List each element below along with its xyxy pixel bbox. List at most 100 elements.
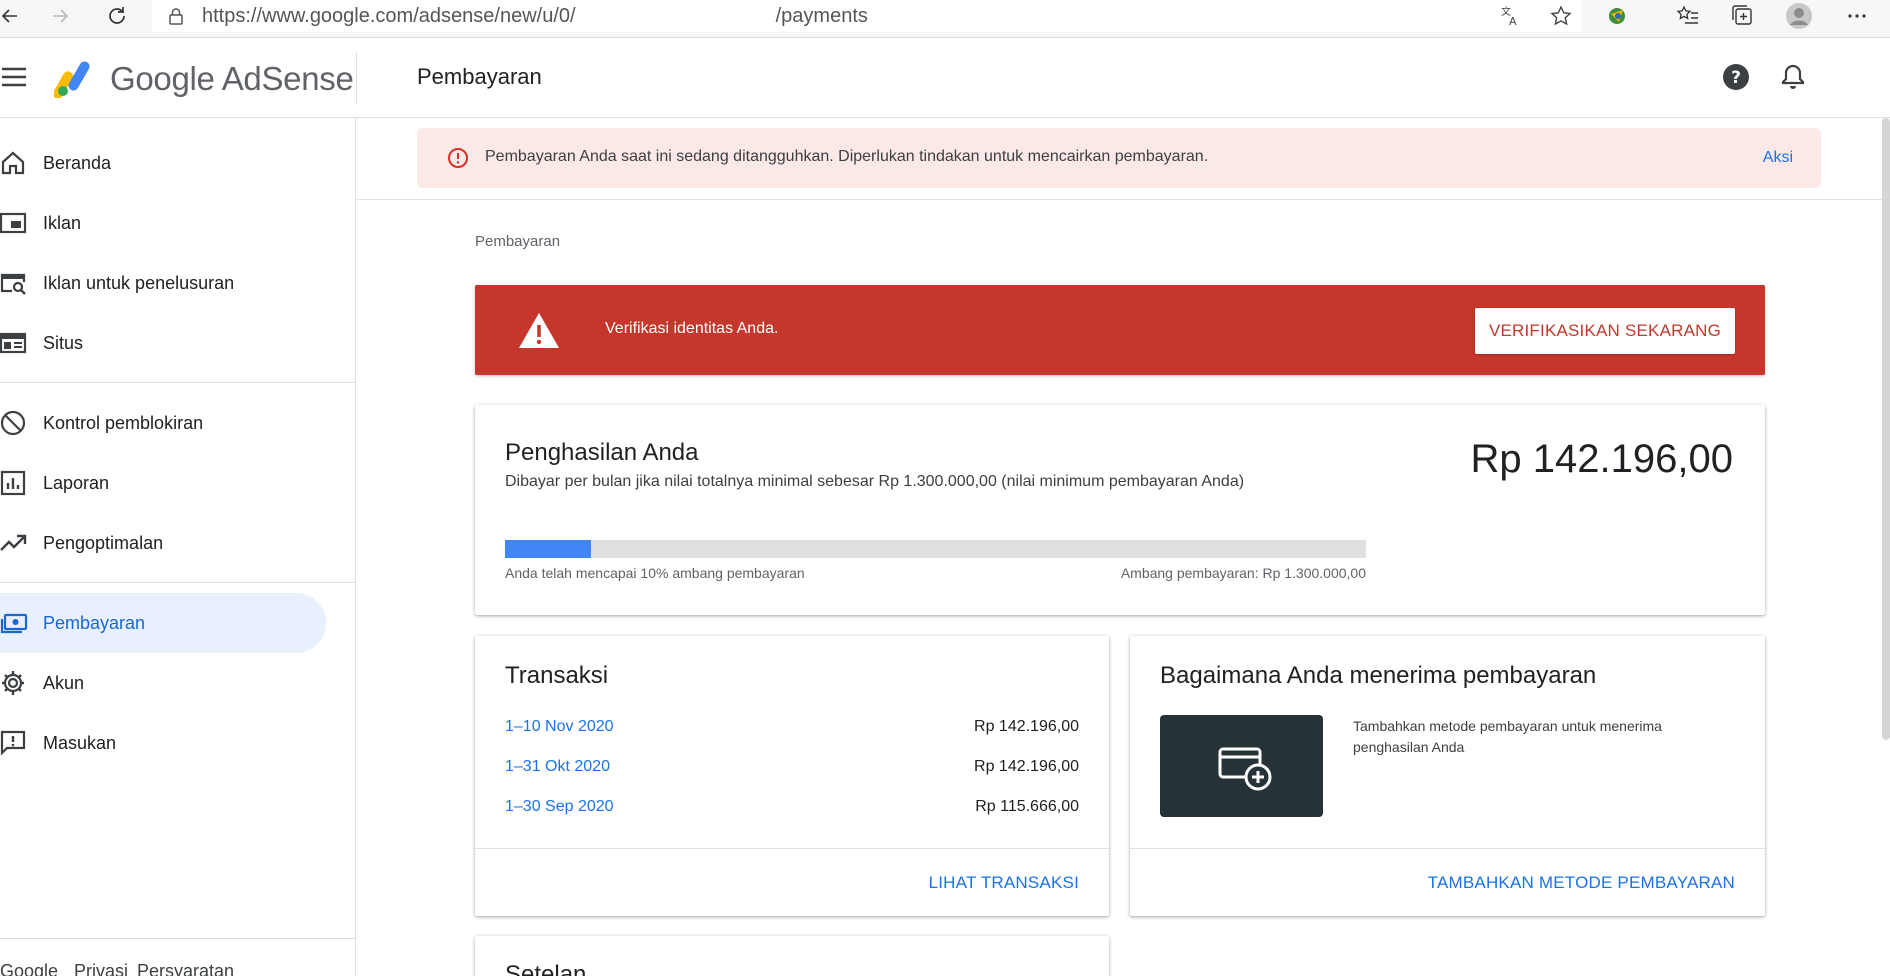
block-icon	[0, 410, 26, 436]
sidebar-divider	[0, 582, 356, 583]
sidebar-item-label: Masukan	[43, 732, 117, 753]
add-card-icon	[1218, 747, 1272, 791]
sidebar-item-iklan[interactable]: Iklan	[0, 193, 326, 253]
payment-method-title: Bagaimana Anda menerima pembayaran	[1160, 662, 1597, 689]
alert-text: Pembayaran Anda saat ini sedang ditanggu…	[485, 148, 1209, 165]
star-icon[interactable]	[1550, 5, 1572, 27]
payments-icon	[0, 613, 28, 634]
warning-icon	[519, 313, 559, 348]
earnings-title: Penghasilan Anda	[505, 439, 699, 466]
sidebar-item-kontrol-pemblokiran[interactable]: Kontrol pemblokiran	[0, 393, 326, 453]
optimization-icon	[0, 534, 27, 551]
sidebar-footer: Google Privasi Persyaratan	[0, 938, 356, 976]
translate-icon[interactable]: 文A	[1500, 5, 1522, 27]
breadcrumb: Pembayaran	[475, 233, 561, 250]
brand-name: Google AdSense	[110, 60, 354, 97]
sidebar-item-label: Pembayaran	[43, 612, 146, 633]
sidebar-item-masukan[interactable]: Masukan	[0, 713, 326, 773]
add-payment-method-link[interactable]: TAMBAHKAN METODE PEMBAYARAN	[1428, 873, 1735, 893]
payment-method-card: Bagaimana Anda menerima pembayaran Tamba…	[1130, 636, 1765, 916]
app-header: Google AdSense Pembayaran ?	[0, 38, 1890, 118]
sidebar-item-label: Kontrol pemblokiran	[43, 412, 204, 433]
help-icon[interactable]: ?	[1721, 62, 1751, 92]
transaction-row: 1–30 Sep 2020 Rp 115.666,00	[505, 798, 1079, 822]
sidebar-item-label: Laporan	[43, 472, 110, 493]
alert-strip: Pembayaran Anda saat ini sedang ditanggu…	[357, 118, 1890, 200]
browser-toolbar: https://www.google.com/adsense/new/u/0/ …	[0, 0, 1890, 38]
favorites-icon[interactable]	[1676, 0, 1700, 32]
menu-icon[interactable]	[0, 64, 30, 90]
page-title: Pembayaran	[417, 64, 542, 89]
sidebar-item-label: Akun	[43, 672, 85, 693]
reports-icon	[0, 470, 26, 496]
svg-text:A: A	[1509, 15, 1517, 27]
home-icon	[1, 151, 25, 175]
settings-card: Setelan	[475, 936, 1109, 976]
suspension-alert: Pembayaran Anda saat ini sedang ditanggu…	[417, 128, 1821, 188]
transactions-card: Transaksi 1–10 Nov 2020 Rp 142.196,00 1–…	[475, 636, 1109, 916]
error-icon	[448, 148, 468, 168]
sidebar: Beranda Iklan Iklan untuk penelusuran Si…	[0, 118, 356, 976]
sidebar-item-akun[interactable]: Akun	[0, 653, 326, 713]
sidebar-item-laporan[interactable]: Laporan	[0, 453, 326, 513]
transaction-amount: Rp 142.196,00	[974, 758, 1079, 775]
more-icon[interactable]	[1845, 0, 1869, 32]
extension-icon[interactable]	[1605, 0, 1629, 32]
payment-method-illustration	[1160, 715, 1323, 817]
sidebar-item-label: Beranda	[43, 152, 112, 173]
privacy-link[interactable]: Privasi	[74, 961, 128, 976]
notifications-icon[interactable]	[1778, 62, 1808, 92]
sidebar-item-beranda[interactable]: Beranda	[0, 133, 326, 193]
sidebar-item-pengoptimalan[interactable]: Pengoptimalan	[0, 513, 326, 573]
verify-now-button[interactable]: VERIFIKASIKAN SEKARANG	[1475, 308, 1735, 354]
terms-link[interactable]: Persyaratan	[137, 961, 234, 976]
gear-icon	[2, 671, 24, 695]
forward-icon[interactable]	[48, 0, 72, 32]
search-ads-icon	[0, 273, 26, 295]
sidebar-item-label: Iklan	[43, 212, 82, 233]
sidebar-item-pembayaran[interactable]: Pembayaran	[0, 593, 326, 653]
scrollbar[interactable]	[1882, 118, 1890, 740]
address-bar[interactable]: https://www.google.com/adsense/new/u/0/ …	[152, 0, 1582, 32]
payment-method-text: Tambahkan metode pembayaran untuk meneri…	[1353, 718, 1662, 755]
transaction-amount: Rp 142.196,00	[974, 718, 1079, 735]
earnings-progress-bar	[505, 540, 1366, 558]
transaction-row: 1–31 Okt 2020 Rp 142.196,00	[505, 758, 1079, 782]
sidebar-item-situs[interactable]: Situs	[0, 313, 326, 373]
collections-icon[interactable]	[1731, 0, 1755, 32]
adsense-logo	[54, 61, 90, 98]
transaction-period-link[interactable]: 1–31 Okt 2020	[505, 758, 610, 776]
alert-action-button[interactable]: Aksi	[1763, 149, 1793, 167]
threshold-label: Ambang pembayaran: Rp 1.300.000,00	[1120, 565, 1366, 581]
transaction-amount: Rp 115.666,00	[975, 798, 1079, 815]
settings-title: Setelan	[505, 961, 587, 976]
verify-identity-banner: Verifikasi identitas Anda. VERIFIKASIKAN…	[475, 285, 1765, 375]
earnings-progress-fill	[505, 540, 592, 558]
payment-method-footer: TAMBAHKAN METODE PEMBAYARAN	[1130, 848, 1765, 916]
url-text: https://www.google.com/adsense/new/u/0/ …	[202, 4, 868, 27]
transactions-title: Transaksi	[505, 662, 609, 689]
reload-icon[interactable]	[104, 0, 130, 32]
transaction-period-link[interactable]: 1–10 Nov 2020	[505, 718, 614, 736]
feedback-icon	[0, 730, 26, 756]
sidebar-item-label: Pengoptimalan	[43, 532, 164, 553]
verify-text: Verifikasi identitas Anda.	[605, 320, 779, 337]
profile-icon[interactable]	[1785, 0, 1813, 32]
transaction-row: 1–10 Nov 2020 Rp 142.196,00	[505, 718, 1079, 742]
earnings-card: Penghasilan Anda Dibayar per bulan jika …	[475, 405, 1765, 615]
back-icon[interactable]	[0, 0, 20, 32]
earnings-subtitle: Dibayar per bulan jika nilai totalnya mi…	[505, 473, 1245, 490]
lock-icon	[169, 8, 183, 25]
footer-brand: Google	[0, 961, 59, 976]
header-divider	[356, 52, 357, 104]
transactions-footer: LIHAT TRANSAKSI	[475, 848, 1109, 916]
view-transactions-link[interactable]: LIHAT TRANSAKSI	[929, 873, 1079, 893]
transaction-period-link[interactable]: 1–30 Sep 2020	[505, 798, 614, 816]
sidebar-item-label: Situs	[43, 332, 84, 353]
svg-text:?: ?	[1731, 68, 1741, 88]
earnings-amount: Rp 142.196,00	[1470, 437, 1733, 481]
ads-icon	[0, 212, 27, 234]
sidebar-item-iklan-penelusuran[interactable]: Iklan untuk penelusuran	[0, 253, 326, 313]
sites-icon	[0, 332, 27, 354]
sidebar-item-label: Iklan untuk penelusuran	[43, 272, 235, 293]
